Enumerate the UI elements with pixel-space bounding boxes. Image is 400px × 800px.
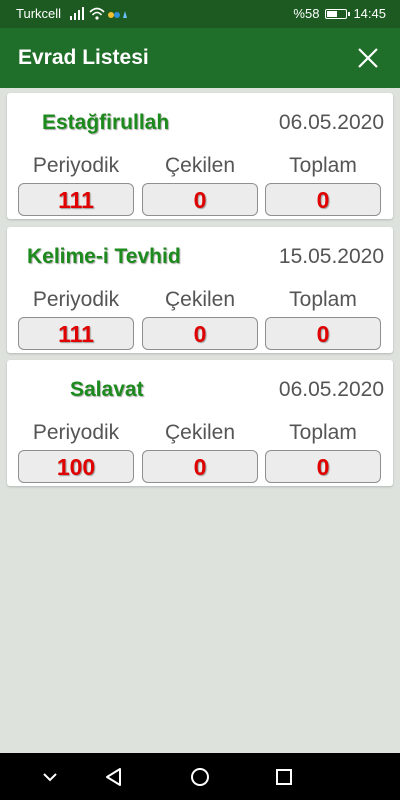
drawn-value[interactable]: 0 <box>142 183 258 216</box>
evrad-name: Estağfirullah <box>42 111 170 134</box>
system-nav-bar <box>0 753 400 800</box>
total-value[interactable]: 0 <box>265 183 381 216</box>
evrad-list: Estağfirullah 06.05.2020 Periyodik Çekil… <box>0 88 400 753</box>
evrad-card[interactable]: Kelime-i Tevhid 15.05.2020 Periyodik Çek… <box>7 227 393 353</box>
drawn-value[interactable]: 0 <box>142 317 258 350</box>
home-icon[interactable] <box>187 764 213 790</box>
evrad-card[interactable]: Estağfirullah 06.05.2020 Periyodik Çekil… <box>7 93 393 219</box>
status-right: %58 14:45 <box>293 6 386 21</box>
periodic-value[interactable]: 100 <box>18 450 134 483</box>
signal-wifi-icon <box>70 7 127 20</box>
evrad-date: 15.05.2020 <box>278 245 384 268</box>
chevron-down-icon[interactable] <box>37 764 63 790</box>
total-value[interactable]: 0 <box>265 317 381 350</box>
evrad-card[interactable]: Salavat 06.05.2020 Periyodik Çekilen Top… <box>7 360 393 486</box>
drawn-value[interactable]: 0 <box>142 450 258 483</box>
total-label: Toplam <box>289 154 357 177</box>
evrad-date: 06.05.2020 <box>278 111 384 134</box>
close-icon[interactable] <box>352 42 384 74</box>
page-title: Evrad Listesi <box>18 46 149 69</box>
battery-percent: %58 <box>293 6 320 21</box>
clock: 14:45 <box>353 6 386 21</box>
periodic-label: Periyodik <box>32 288 120 311</box>
evrad-name: Kelime-i Tevhid <box>27 245 181 268</box>
periodic-value[interactable]: 111 <box>18 183 134 216</box>
drawn-label: Çekilen <box>164 421 236 444</box>
total-value[interactable]: 0 <box>265 450 381 483</box>
periodic-label: Periyodik <box>32 421 120 444</box>
recents-icon[interactable] <box>271 764 297 790</box>
periodic-label: Periyodik <box>32 154 120 177</box>
evrad-name: Salavat <box>70 378 144 401</box>
periodic-value[interactable]: 111 <box>18 317 134 350</box>
status-bar: Turkcell %58 14:45 <box>0 0 400 28</box>
battery-icon <box>325 8 351 19</box>
back-icon[interactable] <box>101 764 127 790</box>
total-label: Toplam <box>289 288 357 311</box>
total-label: Toplam <box>289 421 357 444</box>
carrier-label: Turkcell <box>16 6 62 21</box>
evrad-date: 06.05.2020 <box>278 378 384 401</box>
app-bar: Evrad Listesi <box>0 28 400 88</box>
battery-level-fill <box>327 10 338 17</box>
drawn-label: Çekilen <box>164 288 236 311</box>
drawn-label: Çekilen <box>164 154 236 177</box>
